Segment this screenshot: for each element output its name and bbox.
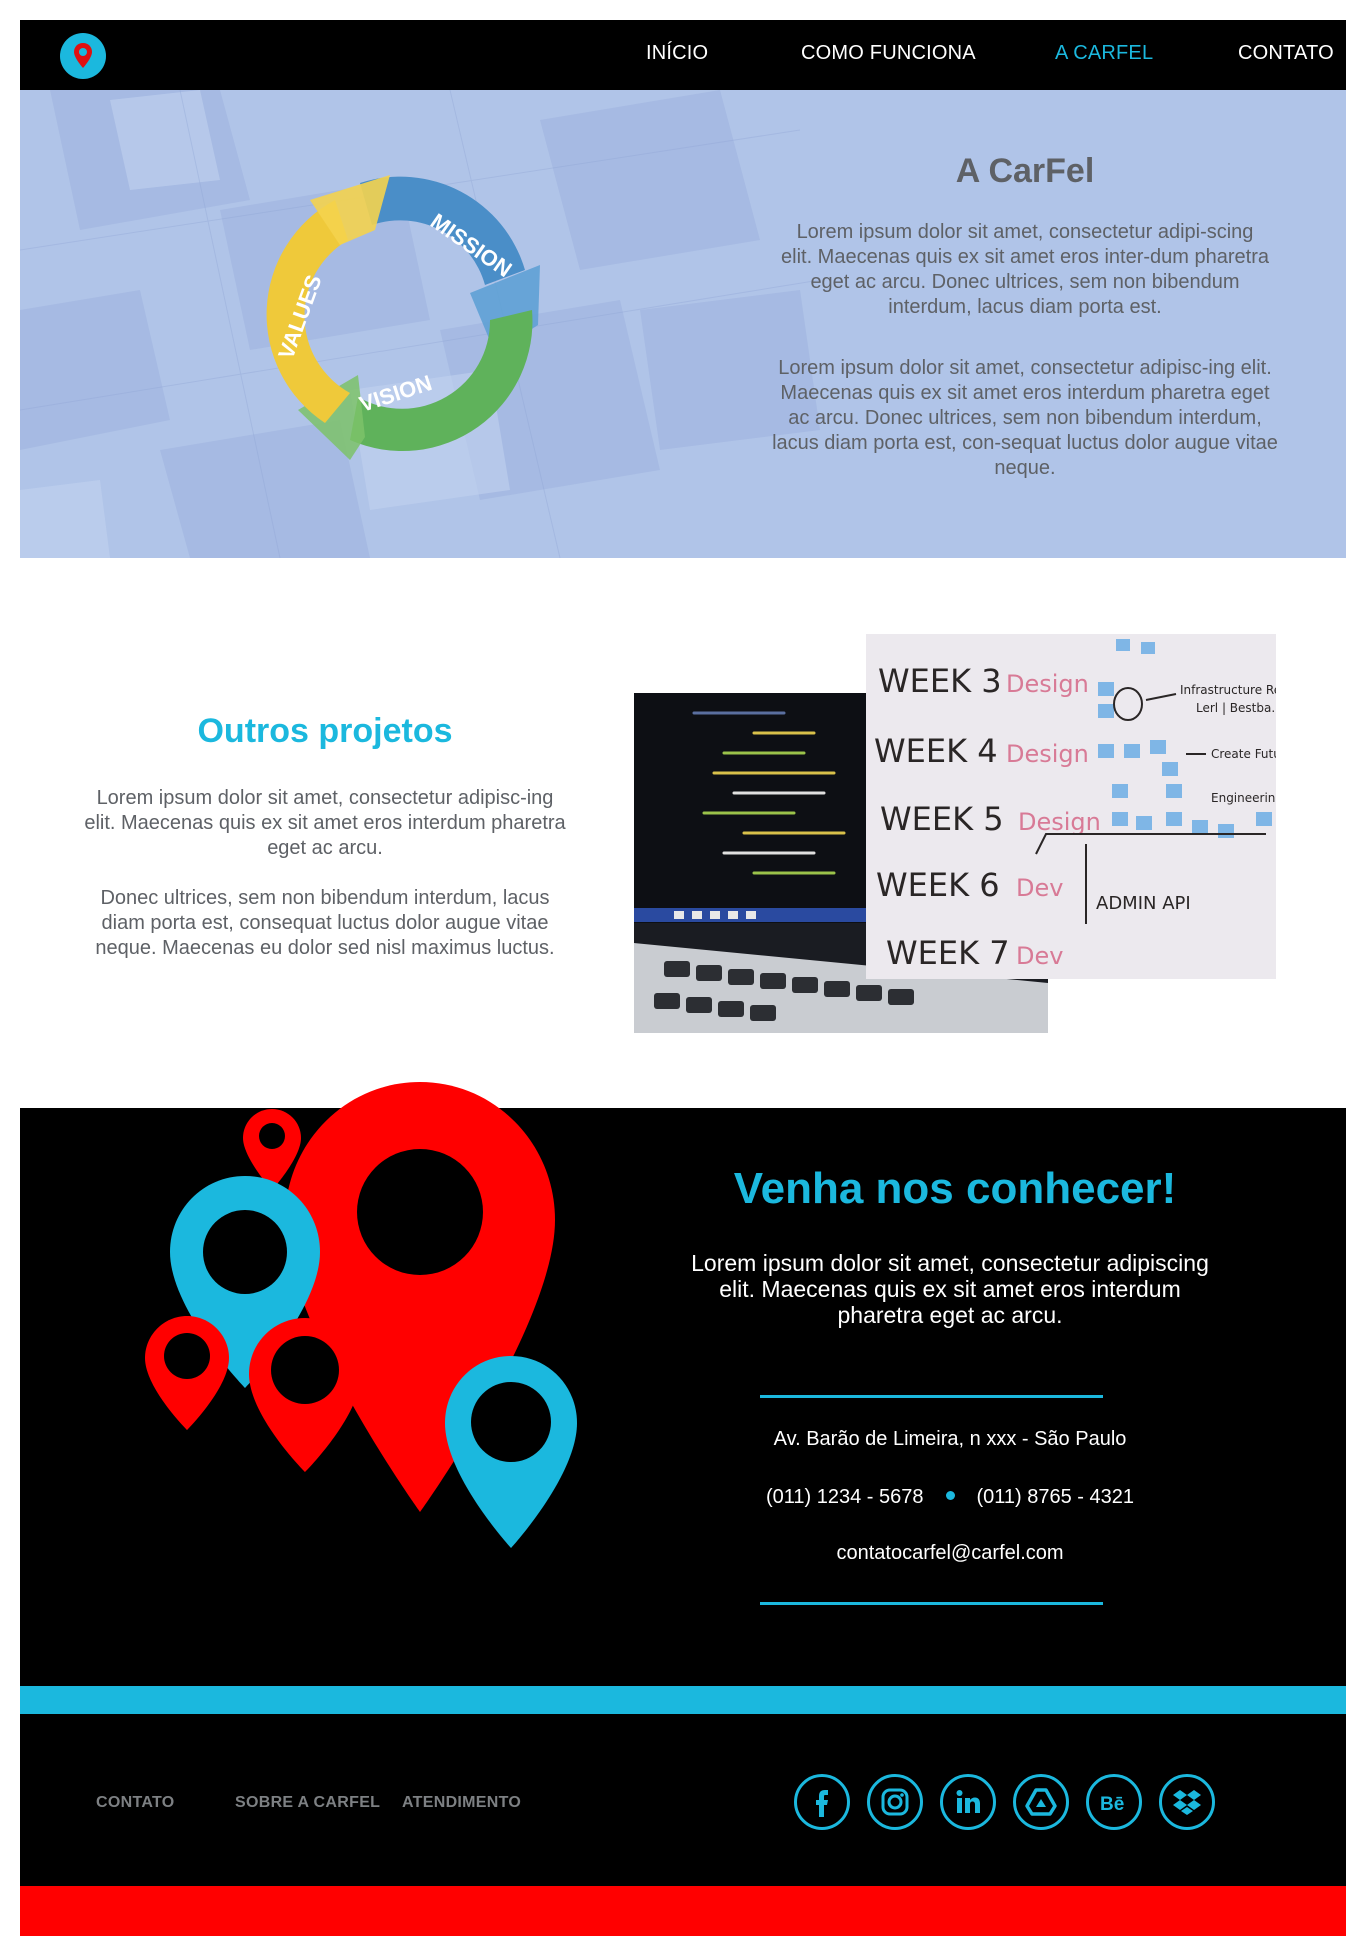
svg-text:Engineering: Engineering	[1211, 791, 1276, 805]
whiteboard-planning-photo: WEEK 3 WEEK 4 WEEK 5 WEEK 6 WEEK 7 Desig…	[866, 634, 1276, 979]
whiteboard-week-5: WEEK 5	[880, 800, 1004, 838]
instagram-icon	[881, 1788, 909, 1816]
behance-button[interactable]: Bē	[1086, 1774, 1142, 1830]
svg-text:Bē: Bē	[1100, 1794, 1124, 1815]
mission-vision-values-cycle: MISSION VISION VALUES	[266, 175, 540, 460]
contact-phones: (011) 1234 - 5678 (011) 8765 - 4321	[670, 1486, 1230, 1509]
svg-text:Lerl | Bestba..: Lerl | Bestba..	[1196, 701, 1276, 715]
red-stripe	[20, 1886, 1346, 1936]
contact-title: Venha nos conhecer!	[733, 1164, 1177, 1213]
contact-section: Venha nos conhecer! Lorem ipsum dolor si…	[20, 1082, 1346, 1686]
dropbox-button[interactable]	[1159, 1774, 1215, 1830]
svg-text:Create Future testing: Create Future testing	[1211, 747, 1276, 761]
nav-item-a-carfel[interactable]: A CARFEL	[1055, 42, 1153, 65]
linkedin-icon	[956, 1790, 980, 1813]
projects-paragraph-1: Lorem ipsum dolor sit amet, consectetur …	[84, 787, 566, 859]
footer: CONTATO SOBRE A CARFEL ATENDIMENTO Bē	[20, 1714, 1346, 1886]
nav-item-inicio[interactable]: INÍCIO	[646, 42, 708, 65]
whiteboard-tag-1: Design	[1006, 670, 1089, 698]
map-pins-illustration	[145, 1082, 577, 1548]
whiteboard-week-6: WEEK 6	[876, 866, 1000, 904]
whiteboard-week-4: WEEK 4	[874, 732, 998, 770]
contact-phone-1[interactable]: (011) 1234 - 5678	[766, 1486, 924, 1508]
contact-email[interactable]: contatocarfel@carfel.com	[670, 1542, 1230, 1565]
contact-phone-2[interactable]: (011) 8765 - 4321	[977, 1486, 1135, 1508]
dropbox-icon	[1173, 1790, 1201, 1815]
google-drive-button[interactable]	[1013, 1774, 1069, 1830]
footer-link-sobre[interactable]: SOBRE A CARFEL	[235, 1794, 380, 1812]
top-nav: INÍCIO COMO FUNCIONA A CARFEL CONTATO	[20, 20, 1346, 90]
contact-paragraph: Lorem ipsum dolor sit amet, consectetur …	[691, 1250, 1209, 1328]
whiteboard-tag-3: Design	[1018, 808, 1101, 836]
facebook-button[interactable]	[794, 1774, 850, 1830]
whiteboard-note: ADMIN API	[1096, 893, 1191, 914]
contact-divider-top	[760, 1395, 1103, 1398]
whiteboard-week-3: WEEK 3	[878, 662, 1002, 700]
contact-address: Av. Barão de Limeira, n xxx - São Paulo	[773, 1428, 1127, 1450]
hero-section: MISSION VISION VALUES A CarFel Lorem ips…	[20, 90, 1346, 558]
nav-item-contato[interactable]: CONTATO	[1238, 42, 1334, 65]
whiteboard-tag-2: Design	[1006, 740, 1089, 768]
map-pin-icon	[74, 43, 92, 68]
linkedin-button[interactable]	[940, 1774, 996, 1830]
hero-title: A CarFel	[955, 152, 1095, 190]
whiteboard-tag-5: Dev	[1016, 942, 1063, 970]
hero-paragraph-2: Lorem ipsum dolor sit amet, consectetur …	[772, 357, 1278, 479]
whiteboard-week-7: WEEK 7	[886, 934, 1010, 972]
google-drive-icon	[1025, 1788, 1057, 1816]
facebook-icon	[816, 1790, 828, 1817]
contact-divider-bottom	[760, 1602, 1103, 1605]
instagram-button[interactable]	[867, 1774, 923, 1830]
nav-item-como-funciona[interactable]: COMO FUNCIONA	[801, 42, 976, 65]
logo[interactable]	[60, 33, 106, 79]
bullet-separator	[945, 1491, 955, 1501]
behance-icon: Bē	[1100, 1794, 1124, 1815]
projects-title: Outros projetos	[197, 712, 453, 750]
hero-paragraph-1: Lorem ipsum dolor sit amet, consectetur …	[781, 221, 1269, 318]
svg-text:Infrastructure Res:: Infrastructure Res:	[1180, 683, 1276, 697]
projects-paragraph-2: Donec ultrices, sem non bibendum interdu…	[95, 887, 555, 959]
footer-link-contato[interactable]: CONTATO	[96, 1794, 175, 1812]
whiteboard-tag-4: Dev	[1016, 874, 1063, 902]
blue-stripe	[20, 1686, 1346, 1714]
footer-link-atendimento[interactable]: ATENDIMENTO	[402, 1794, 521, 1812]
